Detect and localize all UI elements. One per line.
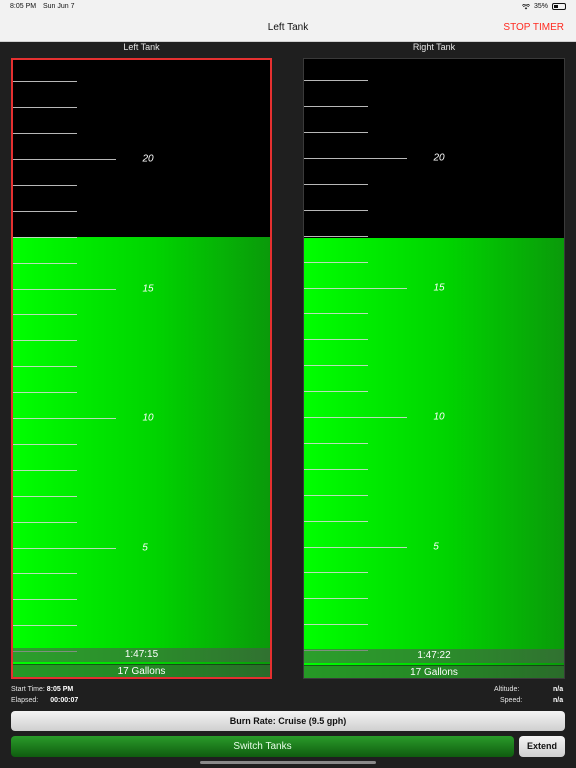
left-tank-time-remaining: 1:47:15	[13, 648, 270, 662]
stop-timer-button[interactable]: STOP TIMER	[503, 22, 564, 33]
page-title: Left Tank	[267, 22, 309, 33]
status-bar: 8:05 PM Sun Jun 7 35%	[0, 0, 576, 14]
right-tank-fuel-level	[304, 237, 564, 678]
speed-value: n/a	[553, 697, 563, 704]
minor-tick	[304, 598, 368, 600]
scale-label: 10	[142, 412, 154, 424]
speed-value-text: n/a	[553, 697, 564, 704]
minor-tick	[304, 391, 368, 393]
altitude-label: Altitude:	[494, 686, 520, 693]
major-tick	[13, 159, 116, 160]
minor-tick	[304, 209, 368, 211]
scale-label: 15	[433, 282, 445, 293]
minor-tick	[13, 573, 77, 575]
minor-tick	[13, 107, 77, 109]
major-tick	[13, 418, 116, 419]
minor-tick	[13, 210, 77, 212]
extend-button[interactable]: Extend	[519, 736, 565, 757]
nav-bar: Left Tank STOP TIMER	[0, 14, 576, 42]
scale-label: 5	[433, 541, 439, 552]
minor-tick	[13, 184, 77, 186]
elapsed-label: Elapsed:	[11, 697, 39, 704]
minor-tick	[13, 495, 77, 497]
speed-label: Speed:	[500, 697, 523, 704]
start-time-label: Start Time:	[11, 686, 45, 693]
minor-tick	[304, 624, 368, 626]
minor-tick	[13, 366, 77, 368]
major-tick	[304, 417, 407, 418]
home-indicator[interactable]	[200, 761, 376, 764]
minor-tick	[13, 469, 77, 471]
altitude-value: n/a	[553, 686, 563, 693]
minor-tick	[13, 599, 77, 601]
minor-tick	[304, 132, 368, 134]
start-time-value: 8:05 PM	[46, 686, 74, 693]
minor-tick	[13, 443, 77, 445]
left-tank-gallons: 17 Gallons	[13, 664, 270, 677]
minor-tick	[13, 314, 77, 316]
minor-tick	[304, 235, 368, 237]
right-tank-gauge[interactable]: 20 15 10 5 1:47:22 17 Gallons	[303, 58, 565, 679]
minor-tick	[304, 313, 368, 315]
elapsed-row: Elapsed: 00:00:07	[11, 697, 78, 704]
minor-tick	[304, 339, 368, 341]
major-tick	[304, 158, 407, 159]
wifi-icon	[521, 3, 530, 9]
burn-rate-button[interactable]: Burn Rate: Cruise (9.5 gph)	[11, 711, 565, 731]
major-tick	[304, 287, 407, 289]
scale-label: 20	[433, 152, 445, 164]
scale-label: 5	[142, 542, 148, 553]
left-tank-fuel-level	[13, 236, 270, 677]
minor-tick	[13, 625, 77, 627]
minor-tick	[304, 494, 368, 496]
left-tank-label: Left Tank	[123, 42, 160, 52]
start-time-row: Start Time: 8:05 PM	[11, 686, 73, 693]
elapsed-value: 00:00:07	[50, 697, 79, 704]
scale-label: 20	[142, 153, 154, 165]
right-tank-time-remaining: 1:47:22	[304, 649, 564, 663]
status-right: 35%	[521, 3, 566, 10]
scale-label: 10	[433, 411, 445, 423]
minor-tick	[304, 520, 368, 522]
left-tank-gauge[interactable]: 20 15 10 5 1:47:15 17 Gallons	[11, 58, 272, 679]
minor-tick	[13, 521, 77, 523]
minor-tick	[13, 133, 77, 135]
minor-tick	[304, 106, 368, 108]
major-tick	[13, 547, 116, 549]
minor-tick	[304, 80, 368, 82]
fuel-timer-screen: 8:05 PM Sun Jun 7 35% Left Tank STOP TIM…	[0, 0, 576, 768]
major-tick	[304, 546, 407, 548]
battery-percent: 35%	[533, 3, 548, 10]
minor-tick	[304, 572, 368, 574]
scale-label: 15	[142, 283, 154, 294]
status-date: Sun Jun 7	[43, 3, 75, 10]
minor-tick	[304, 442, 368, 444]
minor-tick	[304, 365, 368, 367]
minor-tick	[13, 262, 77, 264]
minor-tick	[13, 392, 77, 394]
major-tick	[13, 288, 116, 290]
minor-tick	[304, 183, 368, 185]
battery-icon	[552, 3, 566, 10]
minor-tick	[304, 468, 368, 470]
minor-tick	[13, 81, 77, 83]
switch-tanks-button[interactable]: Switch Tanks	[11, 736, 514, 757]
right-tank-label: Right Tank	[412, 42, 456, 52]
minor-tick	[13, 236, 77, 238]
minor-tick	[13, 340, 77, 342]
altitude-value-text: n/a	[553, 686, 564, 693]
minor-tick	[304, 261, 368, 263]
status-time: 8:05 PM	[10, 3, 37, 10]
right-tank-gallons: 17 Gallons	[304, 665, 564, 678]
